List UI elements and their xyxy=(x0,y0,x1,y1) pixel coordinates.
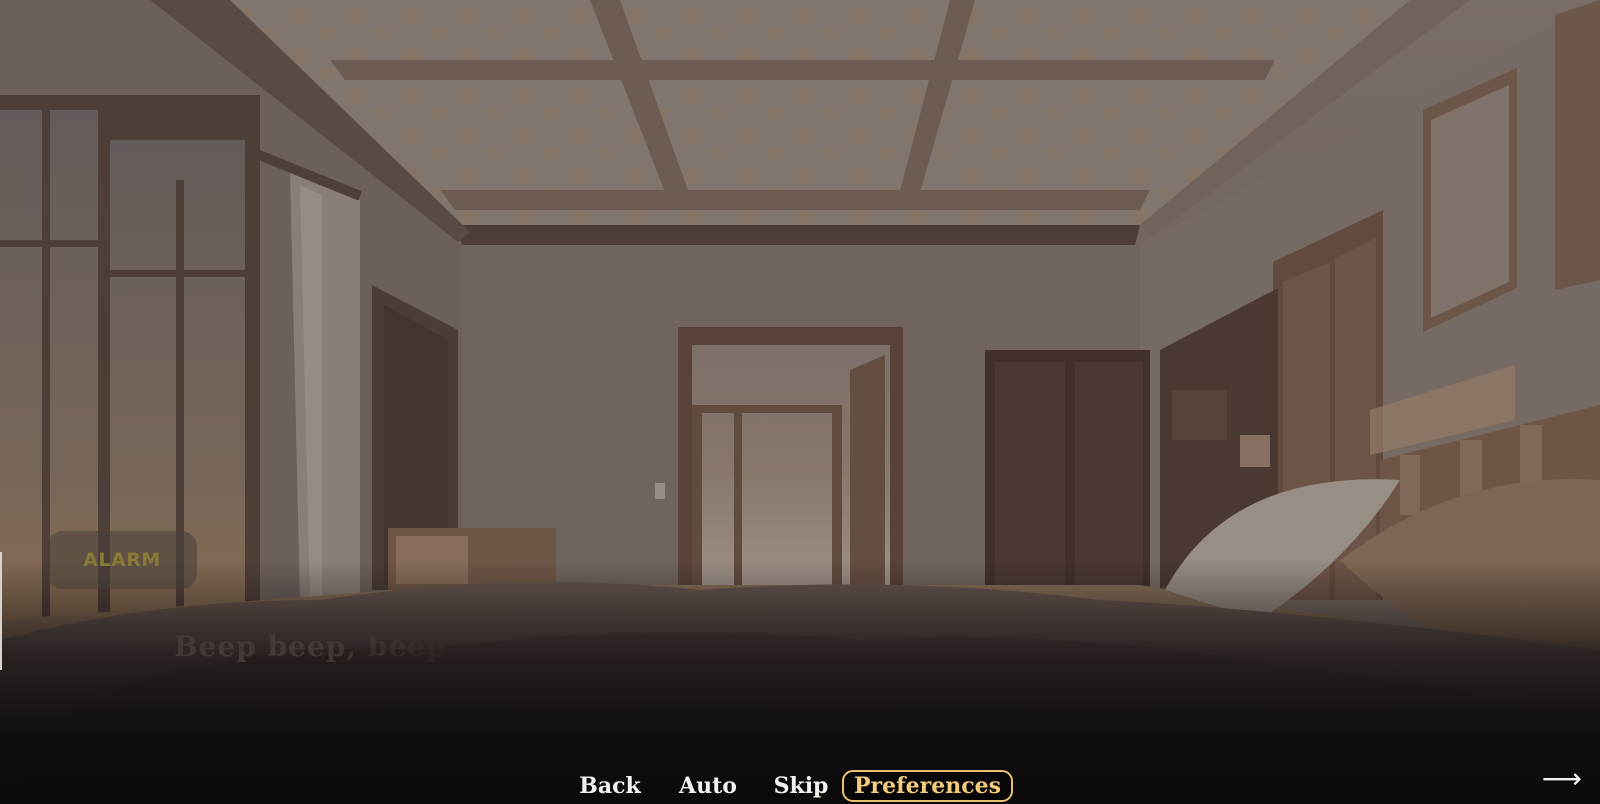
advance-button[interactable]: ⟶ xyxy=(1540,761,1584,795)
quick-menu: Back Auto Skip Preferences xyxy=(0,770,1600,804)
speaker-namebox: ALARM xyxy=(47,531,197,589)
auto-button[interactable]: Auto xyxy=(672,770,744,802)
dialogue-text[interactable]: Beep beep, beep xyxy=(174,630,447,663)
textbox-gradient xyxy=(0,560,1600,804)
back-button[interactable]: Back xyxy=(572,770,648,802)
preferences-button[interactable]: Preferences xyxy=(842,770,1013,802)
game-scene[interactable]: ALARM Beep beep, beep Back Auto Skip Pre… xyxy=(0,0,1600,804)
speaker-name: ALARM xyxy=(83,549,161,571)
left-edge-marker xyxy=(0,552,2,670)
skip-button[interactable]: Skip xyxy=(768,770,834,802)
right-arrow-icon: ⟶ xyxy=(1541,761,1583,795)
